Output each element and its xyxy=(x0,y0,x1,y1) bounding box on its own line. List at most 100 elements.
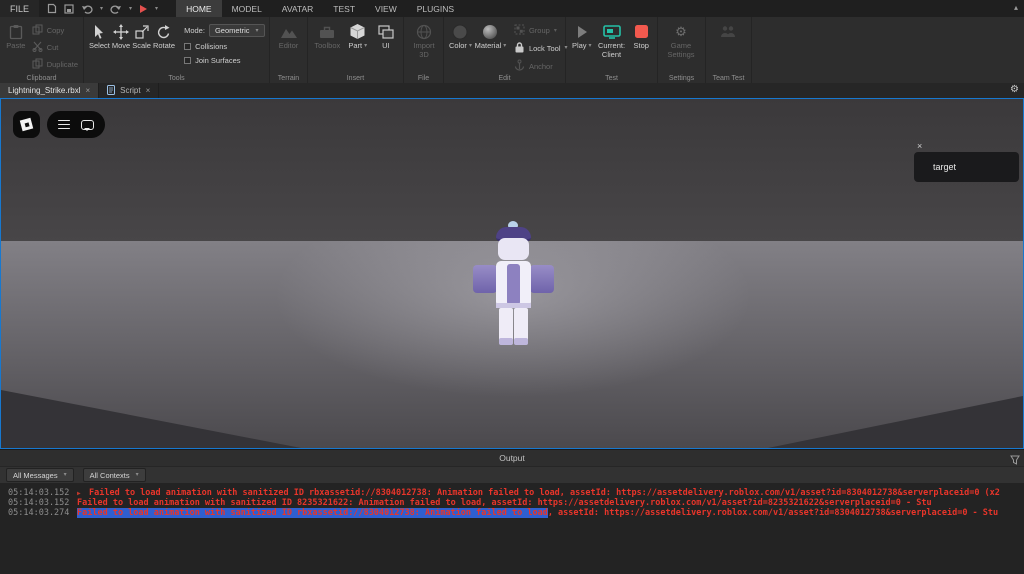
terrain-editor-button[interactable]: Editor xyxy=(275,20,302,50)
cut-button[interactable]: Cut xyxy=(32,41,78,54)
save-icon[interactable] xyxy=(64,3,74,14)
log-line[interactable]: 05:14:03.152 Failed to load animation wi… xyxy=(0,498,1024,508)
close-icon[interactable]: × xyxy=(146,86,151,95)
ribbon: Paste Copy Cut Duplicate Clipboard Selec… xyxy=(0,17,1024,83)
all-contexts-label: All Contexts xyxy=(89,470,130,480)
tab-avatar[interactable]: AVATAR xyxy=(272,0,324,17)
output-title: Output xyxy=(499,453,525,463)
color-chevron-icon[interactable]: ▾ xyxy=(469,43,472,49)
part-chevron-icon[interactable]: ▾ xyxy=(364,43,367,49)
team-test-button[interactable] xyxy=(711,20,745,41)
ui-button[interactable]: UI xyxy=(374,20,398,50)
ribbon-group-terrain: Editor Terrain xyxy=(270,17,308,83)
game-settings-button[interactable]: ⚙ Game Settings xyxy=(663,20,699,59)
lock-tool-button[interactable]: Lock Tool ▾ xyxy=(514,41,568,55)
part-button[interactable]: Part ▾ xyxy=(346,20,370,50)
move-tool-button[interactable]: Move xyxy=(112,20,130,65)
scale-tool-button[interactable]: Scale xyxy=(132,20,151,65)
mode-dropdown[interactable]: Geometric ▾ xyxy=(208,24,265,37)
copy-icon xyxy=(32,24,43,37)
tab-plugins[interactable]: PLUGINS xyxy=(407,0,464,17)
copy-button[interactable]: Copy xyxy=(32,24,78,37)
player-avatar[interactable] xyxy=(471,221,556,356)
play-chevron-icon[interactable]: ▾ xyxy=(589,43,592,49)
duplicate-button[interactable]: Duplicate xyxy=(32,58,78,71)
cut-label: Cut xyxy=(46,43,59,52)
material-chevron-icon[interactable]: ▾ xyxy=(503,43,506,49)
select-label: Select xyxy=(89,41,110,50)
rotate-tool-button[interactable]: Rotate xyxy=(153,20,175,65)
color-button[interactable]: Color ▾ xyxy=(449,20,472,73)
output-filter-icon[interactable] xyxy=(1010,452,1020,465)
select-tool-button[interactable]: Select xyxy=(89,20,110,65)
avatar-arm-right xyxy=(530,265,554,293)
document-tab-bar: Lightning_Strike.rbxl × Script × ⚙ xyxy=(0,83,1024,98)
paste-label: Paste xyxy=(6,41,26,50)
toolbox-button[interactable]: Toolbox xyxy=(313,20,342,50)
import-3d-button[interactable]: Import 3D xyxy=(409,20,439,59)
chat-bubble-icon[interactable] xyxy=(81,119,94,131)
redo-icon[interactable] xyxy=(110,4,122,14)
file-menu-button[interactable]: FILE xyxy=(0,0,40,17)
undo-chevron-icon[interactable]: ▾ xyxy=(100,6,103,12)
game-settings-gear-icon: ⚙ xyxy=(675,24,687,39)
tab-model[interactable]: MODEL xyxy=(222,0,272,17)
redo-chevron-icon[interactable]: ▾ xyxy=(129,6,132,12)
join-surfaces-label: Join Surfaces xyxy=(195,56,241,65)
paste-icon xyxy=(9,22,23,41)
chevron-down-icon: ▾ xyxy=(135,472,139,478)
ui-icon xyxy=(378,22,394,41)
viewport-3d[interactable]: × target xyxy=(0,98,1024,449)
color-circle-icon xyxy=(452,22,468,41)
collisions-toggle[interactable]: Collisions xyxy=(184,42,264,51)
doc-tab-place[interactable]: Lightning_Strike.rbxl × xyxy=(0,83,100,98)
all-contexts-dropdown[interactable]: All Contexts ▾ xyxy=(82,468,146,482)
hamburger-menu-icon[interactable] xyxy=(58,119,70,130)
quick-play-chevron-icon[interactable]: ▾ xyxy=(155,6,158,12)
ribbon-collapse-icon[interactable]: ▴ xyxy=(1014,4,1018,12)
game-controls-pill[interactable] xyxy=(47,111,105,138)
tab-home[interactable]: HOME xyxy=(176,0,222,17)
lock-icon xyxy=(514,41,525,55)
log-message-selected: Failed to load animation with sanitized … xyxy=(77,508,548,518)
ribbon-group-settings: ⚙ Game Settings Settings xyxy=(658,17,706,83)
all-messages-dropdown[interactable]: All Messages ▾ xyxy=(6,468,74,482)
avatar-shoe-left xyxy=(499,338,513,345)
join-surfaces-toggle[interactable]: Join Surfaces xyxy=(184,56,264,65)
join-surfaces-checkbox[interactable] xyxy=(184,57,192,64)
output-log[interactable]: 05:14:03.152 ▶ Failed to load animation … xyxy=(0,483,1024,574)
material-button[interactable]: Material ▾ xyxy=(475,20,506,73)
target-panel-close-icon[interactable]: × xyxy=(917,142,922,151)
ribbon-group-tools: Select Move Scale Rotate Mode: Geometric… xyxy=(84,17,270,83)
anchor-label: Anchor xyxy=(528,61,553,71)
tab-view[interactable]: VIEW xyxy=(365,0,407,17)
paste-button[interactable]: Paste xyxy=(5,20,27,71)
log-line[interactable]: 05:14:03.274 Failed to load animation wi… xyxy=(0,508,1024,518)
log-line[interactable]: 05:14:03.152 ▶ Failed to load animation … xyxy=(0,488,1024,498)
expand-arrow-icon[interactable]: ▶ xyxy=(77,490,89,497)
output-panel-header[interactable]: Output xyxy=(0,449,1024,466)
current-client-label: Current: Client xyxy=(597,41,626,59)
roblox-menu-button[interactable] xyxy=(13,111,40,138)
part-label: Part xyxy=(348,41,363,50)
play-button[interactable]: Play ▾ xyxy=(571,20,593,59)
doc-tab-script[interactable]: Script × xyxy=(99,83,160,98)
quick-play-icon[interactable] xyxy=(139,4,148,14)
anchor-button[interactable]: Anchor xyxy=(514,59,568,73)
gear-icon[interactable]: ⚙ xyxy=(1010,85,1019,95)
avatar-shoe-right xyxy=(514,338,528,345)
stop-icon xyxy=(634,22,649,41)
log-timestamp: 05:14:03.152 xyxy=(8,488,70,498)
close-icon[interactable]: × xyxy=(85,86,90,95)
tab-test[interactable]: TEST xyxy=(323,0,365,17)
open-file-icon[interactable] xyxy=(47,3,57,14)
undo-icon[interactable] xyxy=(81,4,93,14)
collisions-checkbox[interactable] xyxy=(184,43,192,50)
toolbox-icon xyxy=(318,22,336,41)
group-button[interactable]: Group ▾ xyxy=(514,24,568,37)
current-client-button[interactable]: Current: Client xyxy=(596,20,628,59)
avatar-arm-left xyxy=(473,265,497,293)
part-cube-icon xyxy=(349,22,366,41)
stop-button[interactable]: Stop xyxy=(631,20,653,59)
doc-tab-place-label: Lightning_Strike.rbxl xyxy=(8,86,81,95)
